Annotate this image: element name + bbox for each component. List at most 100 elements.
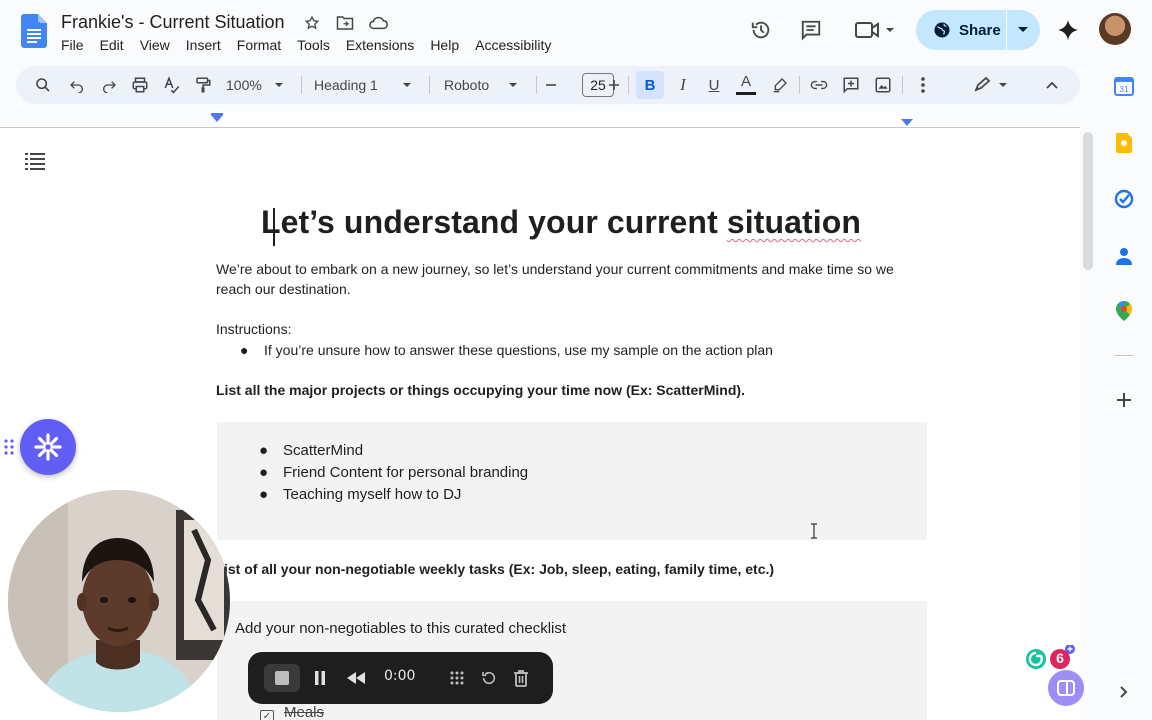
- undo-icon[interactable]: [66, 66, 88, 104]
- checklist-title[interactable]: Add your non-negotiables to this curated…: [235, 619, 566, 639]
- checklist-item-label: Meals: [284, 704, 325, 720]
- svg-text:31: 31: [1120, 85, 1129, 94]
- menu-tools[interactable]: Tools: [297, 37, 338, 53]
- question-non-negotiables[interactable]: ist of all your non-negotiable weekly ta…: [224, 559, 774, 579]
- insert-image-icon[interactable]: [872, 66, 894, 104]
- menu-bar: File Edit View Insert Format Tools Exten…: [61, 37, 567, 53]
- keep-notes-icon[interactable]: [1114, 133, 1134, 153]
- star-icon[interactable]: [302, 13, 322, 33]
- document-title[interactable]: Frankie's - Current Situation: [61, 12, 285, 33]
- side-panel-toggle-button[interactable]: [1048, 670, 1084, 706]
- version-history-icon[interactable]: [749, 18, 773, 42]
- toolbar-divider: [301, 76, 302, 94]
- document-outline-icon[interactable]: [25, 152, 45, 170]
- menu-edit[interactable]: Edit: [100, 37, 132, 53]
- gemini-icon[interactable]: [1056, 18, 1080, 42]
- menu-accessibility[interactable]: Accessibility: [475, 37, 559, 53]
- decrease-font-size-icon[interactable]: [542, 66, 560, 104]
- webcam-person-image: [8, 490, 230, 712]
- redo-icon[interactable]: [98, 66, 120, 104]
- list-item[interactable]: ● Teaching myself how to DJ: [259, 484, 528, 506]
- menu-format[interactable]: Format: [237, 37, 289, 53]
- paragraph-style-select[interactable]: Heading 1: [314, 66, 416, 104]
- comments-icon[interactable]: [799, 18, 823, 42]
- rewind-icon[interactable]: [344, 666, 368, 690]
- document-heading[interactable]: Let’s understand your current situation: [216, 204, 906, 241]
- list-item-text: Teaching myself how to DJ: [283, 486, 462, 503]
- stop-recording-button[interactable]: [264, 664, 300, 692]
- instruction-text: If you’re unsure how to answer these que…: [264, 342, 773, 358]
- stop-icon: [275, 671, 289, 685]
- restart-icon[interactable]: [477, 666, 501, 690]
- share-button[interactable]: Share: [916, 10, 1040, 50]
- toolbar-divider: [536, 76, 537, 94]
- bullet-dot: ●: [259, 464, 269, 481]
- tasks-icon[interactable]: [1114, 189, 1134, 209]
- grid-dots-icon[interactable]: [445, 666, 469, 690]
- menu-help[interactable]: Help: [430, 37, 467, 53]
- add-comment-icon[interactable]: [840, 66, 862, 104]
- bold-button[interactable]: B: [636, 71, 664, 99]
- font-select[interactable]: Roboto: [444, 66, 524, 104]
- checked-checkbox-icon[interactable]: ✓: [260, 710, 274, 720]
- spellcheck-icon[interactable]: [161, 66, 183, 104]
- checklist-item[interactable]: ✓ Meals: [260, 704, 324, 720]
- recording-control-bar: 0:00: [248, 652, 553, 704]
- chevron-down-icon: [274, 83, 283, 87]
- search-menus-icon[interactable]: [32, 66, 54, 104]
- paint-format-icon[interactable]: [192, 66, 214, 104]
- list-item[interactable]: ● Friend Content for personal branding: [259, 462, 528, 484]
- bullet-dot: ●: [259, 442, 269, 459]
- heading-misspelled-word[interactable]: situation: [727, 204, 861, 240]
- move-folder-icon[interactable]: [335, 13, 355, 33]
- editing-mode-icon[interactable]: [971, 66, 1011, 104]
- title-actions: [302, 13, 388, 33]
- print-icon[interactable]: [129, 66, 151, 104]
- insert-link-icon[interactable]: [808, 66, 830, 104]
- maps-icon[interactable]: [1114, 301, 1134, 321]
- drag-handle-icon[interactable]: [4, 439, 14, 455]
- text-color-button[interactable]: A: [735, 66, 757, 104]
- webcam-bubble[interactable]: [8, 490, 230, 712]
- delete-trash-icon[interactable]: [509, 666, 533, 690]
- chevron-down-icon: [509, 83, 518, 87]
- toolbar-divider: [429, 76, 430, 94]
- contacts-icon[interactable]: [1114, 246, 1134, 266]
- italic-button[interactable]: I: [672, 66, 694, 104]
- show-side-panel-chevron-right-icon[interactable]: [1114, 682, 1134, 702]
- font-value: Roboto: [444, 77, 490, 93]
- list-item[interactable]: ● ScatterMind: [259, 440, 528, 462]
- cloud-status-icon[interactable]: [368, 13, 388, 33]
- vertical-scrollbar[interactable]: [1083, 132, 1093, 270]
- menu-view[interactable]: View: [140, 37, 178, 53]
- highlight-color-icon[interactable]: [769, 66, 791, 104]
- bullet-dot: ●: [240, 342, 249, 358]
- instructions-label[interactable]: Instructions:: [216, 319, 291, 339]
- more-options-icon[interactable]: [912, 66, 934, 104]
- menu-insert[interactable]: Insert: [186, 37, 229, 53]
- calendar-icon[interactable]: 31: [1114, 76, 1134, 96]
- paragraph-style-value: Heading 1: [314, 77, 378, 93]
- user-avatar[interactable]: [1099, 13, 1131, 45]
- intro-paragraph[interactable]: We’re about to embark on a new journey, …: [216, 259, 916, 299]
- ruler-text-area: [217, 112, 907, 126]
- pause-icon[interactable]: [308, 666, 332, 690]
- left-indent-marker[interactable]: [211, 115, 223, 122]
- formatting-toolbar: 100% Heading 1 Roboto 25 B I U A: [16, 66, 1080, 104]
- underline-button[interactable]: U: [703, 66, 725, 104]
- google-docs-logo-icon[interactable]: [21, 14, 47, 48]
- menu-extensions[interactable]: Extensions: [346, 37, 422, 53]
- menu-file[interactable]: File: [61, 37, 92, 53]
- zoom-select[interactable]: 100%: [226, 66, 288, 104]
- get-add-ons-plus-icon[interactable]: [1114, 390, 1134, 410]
- share-dropdown-icon[interactable]: [1016, 22, 1030, 40]
- hide-menus-chevron-up-icon[interactable]: [1040, 66, 1064, 104]
- meet-video-icon[interactable]: [853, 18, 895, 42]
- grammarly-widget[interactable]: 6: [1024, 644, 1082, 673]
- increase-font-size-icon[interactable]: [605, 66, 623, 104]
- instruction-bullet[interactable]: ● If you’re unsure how to answer these qu…: [240, 340, 773, 360]
- toolbar-divider: [628, 76, 629, 94]
- loom-recorder-button[interactable]: [20, 419, 76, 475]
- right-indent-marker[interactable]: [901, 119, 913, 126]
- question-projects[interactable]: List all the major projects or things oc…: [216, 380, 745, 400]
